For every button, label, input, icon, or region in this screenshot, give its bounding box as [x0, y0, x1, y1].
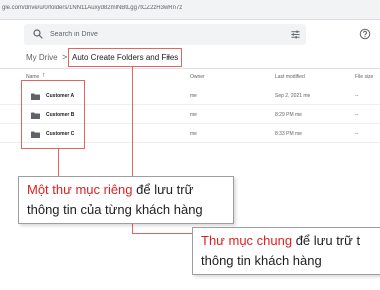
column-header-last-modified[interactable]: Last modified — [275, 74, 305, 80]
file-size-cell: -- — [355, 93, 359, 99]
breadcrumb: My Drive > Auto Create Folders and Files… — [0, 47, 380, 69]
search-icon[interactable] — [32, 28, 44, 40]
search-box[interactable] — [24, 24, 306, 45]
owner-cell: me — [190, 112, 197, 118]
highlight-customer-folders — [21, 80, 85, 149]
callout-shared-text: để lưu trữ t — [292, 233, 361, 248]
url-text[interactable]: gle.com/drive/u/0/folders/1NN11Auxyd82ml… — [2, 5, 262, 11]
callout-shared-highlight: Thư mục chung — [201, 233, 293, 248]
callout-private-highlight: Một thư mục riêng — [27, 182, 133, 197]
tune-icon[interactable] — [290, 29, 301, 40]
help-icon[interactable] — [359, 28, 371, 40]
breadcrumb-my-drive[interactable]: My Drive — [26, 53, 58, 62]
browser-url-bar[interactable]: gle.com/drive/u/0/folders/1NN11Auxyd82ml… — [0, 0, 380, 20]
callout-shared-folder: Thư mục chung để lưu trữ t thông tin khá… — [192, 227, 380, 275]
breadcrumb-separator: > — [62, 52, 68, 62]
file-size-cell: -- — [355, 112, 359, 118]
callout-private-text: để lưu trữ — [132, 182, 194, 197]
highlight-shared-folder — [68, 48, 182, 67]
callout-private-line2: thông tin của từng khách hàng — [27, 202, 203, 217]
column-header-file-size: File size — [355, 74, 374, 80]
file-size-cell: -- — [355, 131, 359, 137]
column-header-owner: Owner — [190, 74, 205, 80]
last-modified-cell: 8:29 PM me — [275, 112, 302, 118]
last-modified-cell: Sep 2, 2021 me — [275, 93, 311, 99]
owner-cell: me — [190, 131, 197, 137]
search-input[interactable] — [50, 24, 250, 45]
connector-line — [58, 149, 59, 176]
callout-private-folder: Một thư mục riêng để lưu trữ thông tin c… — [18, 176, 234, 224]
connector-line — [132, 233, 192, 234]
callout-shared-line2: thông tin khách hàng — [201, 253, 322, 268]
owner-cell: me — [190, 93, 197, 99]
last-modified-cell: 8:33 PM me — [275, 131, 302, 137]
sort-arrow-icon[interactable]: ↑ — [42, 72, 46, 79]
drive-header — [0, 21, 380, 47]
